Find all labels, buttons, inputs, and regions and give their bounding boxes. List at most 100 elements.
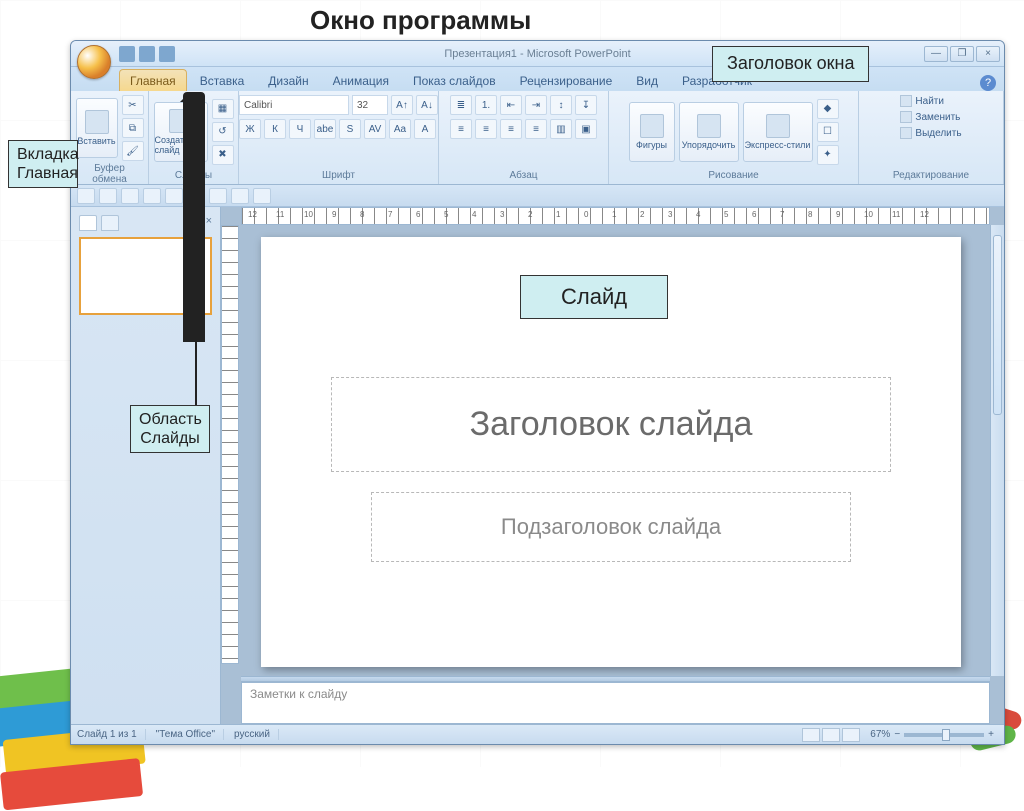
shape-fill-icon[interactable]: ◆ <box>817 99 839 119</box>
align-right-icon[interactable]: ≡ <box>500 119 522 139</box>
find-button[interactable]: Найти <box>900 95 944 107</box>
normal-view-icon[interactable] <box>802 728 820 742</box>
styles-label: Экспресс-стили <box>745 140 811 150</box>
status-language[interactable]: русский <box>234 729 279 740</box>
zoom-value: 67% <box>870 729 890 740</box>
tool-icon[interactable] <box>143 188 161 204</box>
arrange-button[interactable]: Упорядочить <box>679 102 739 162</box>
zoom-in-button[interactable]: + <box>988 729 994 740</box>
office-button[interactable] <box>77 45 111 79</box>
minimize-button[interactable]: — <box>924 46 948 62</box>
case-button[interactable]: Aa <box>389 119 411 139</box>
arrange-icon <box>697 114 721 138</box>
ribbon: Вставить ✂ ⧉ 🖌 Буфер обмена Создать слай… <box>71 91 1004 185</box>
reset-icon[interactable]: ↺ <box>212 122 234 142</box>
quick-styles-button[interactable]: Экспресс-стили <box>743 102 813 162</box>
shadow-button[interactable]: S <box>339 119 361 139</box>
align-left-icon[interactable]: ≡ <box>450 119 472 139</box>
styles-icon <box>766 114 790 138</box>
indent-dec-icon[interactable]: ⇤ <box>500 95 522 115</box>
replace-icon <box>900 111 912 123</box>
shapes-button[interactable]: Фигуры <box>629 102 675 162</box>
status-slide-count: Слайд 1 из 1 <box>77 729 146 740</box>
vertical-scrollbar[interactable] <box>990 225 1004 676</box>
bold-button[interactable]: Ж <box>239 119 261 139</box>
outline-tab[interactable] <box>101 215 119 231</box>
align-center-icon[interactable]: ≡ <box>475 119 497 139</box>
shrink-font-icon[interactable]: A↓ <box>416 95 438 115</box>
tab-animation[interactable]: Анимация <box>322 69 400 91</box>
notes-pane[interactable]: Заметки к слайду <box>241 682 990 724</box>
zoom-slider[interactable] <box>904 733 984 737</box>
title-placeholder[interactable]: Заголовок слайда <box>331 377 891 472</box>
tab-insert[interactable]: Вставка <box>189 69 256 91</box>
shape-outline-icon[interactable]: ☐ <box>817 122 839 142</box>
shape-effects-icon[interactable]: ✦ <box>817 145 839 165</box>
lesson-title: Окно программы <box>310 5 531 36</box>
help-icon[interactable]: ? <box>980 75 996 91</box>
quick-access-toolbar <box>119 46 175 62</box>
search-icon <box>900 95 912 107</box>
tool-icon[interactable] <box>121 188 139 204</box>
redo-icon[interactable] <box>159 46 175 62</box>
text-direction-icon[interactable]: ↧ <box>575 95 597 115</box>
tab-review[interactable]: Рецензирование <box>509 69 624 91</box>
replace-button[interactable]: Заменить <box>900 111 960 123</box>
italic-button[interactable]: К <box>264 119 286 139</box>
tool-icon[interactable] <box>253 188 271 204</box>
copy-icon[interactable]: ⧉ <box>122 118 144 138</box>
vertical-ruler[interactable] <box>221 225 239 664</box>
paste-button[interactable]: Вставить <box>76 98 118 158</box>
clipboard-icon <box>85 110 109 134</box>
layout-icon[interactable]: ▦ <box>212 99 234 119</box>
font-color-button[interactable]: A <box>414 119 436 139</box>
columns-icon[interactable]: ▥ <box>550 119 572 139</box>
group-label: Буфер обмена <box>77 161 142 188</box>
arrow-to-thumbs <box>195 230 197 405</box>
tab-view[interactable]: Вид <box>625 69 669 91</box>
zoom-out-button[interactable]: − <box>894 729 900 740</box>
save-icon[interactable] <box>119 46 135 62</box>
sorter-view-icon[interactable] <box>822 728 840 742</box>
annot-slide: Слайд <box>520 275 668 319</box>
zoom-slider-handle[interactable] <box>942 729 950 741</box>
subtitle-placeholder[interactable]: Подзаголовок слайда <box>371 492 851 562</box>
scrollbar-thumb[interactable] <box>993 235 1002 415</box>
numbering-icon[interactable]: 1. <box>475 95 497 115</box>
slideshow-view-icon[interactable] <box>842 728 860 742</box>
delete-icon[interactable]: ✖ <box>212 145 234 165</box>
strike-button[interactable]: abe <box>314 119 336 139</box>
group-paragraph: ≣ 1. ⇤ ⇥ ↕ ↧ ≡ ≡ ≡ ≡ ▥ ▣ Абзац <box>439 91 609 184</box>
font-family-combo[interactable]: Calibri <box>239 95 349 115</box>
select-button[interactable]: Выделить <box>900 127 961 139</box>
tab-slideshow[interactable]: Показ слайдов <box>402 69 507 91</box>
annot-slides-pane: Область Слайды <box>130 405 210 453</box>
maximize-button[interactable]: ❐ <box>950 46 974 62</box>
status-theme: "Тема Office" <box>156 729 224 740</box>
close-pane-icon[interactable]: × <box>206 215 212 231</box>
tab-home[interactable]: Главная <box>119 69 187 91</box>
undo-icon[interactable] <box>139 46 155 62</box>
tool-icon[interactable] <box>99 188 117 204</box>
group-font: Calibri 32 A↑ A↓ Ж К Ч abe S AV Aa A Шри… <box>239 91 439 184</box>
line-spacing-icon[interactable]: ↕ <box>550 95 572 115</box>
justify-icon[interactable]: ≡ <box>525 119 547 139</box>
tool-icon[interactable] <box>231 188 249 204</box>
convert-smartart-icon[interactable]: ▣ <box>575 119 597 139</box>
underline-button[interactable]: Ч <box>289 119 311 139</box>
format-painter-icon[interactable]: 🖌 <box>122 141 144 161</box>
tool-icon[interactable] <box>77 188 95 204</box>
spacing-button[interactable]: AV <box>364 119 386 139</box>
close-button[interactable]: × <box>976 46 1000 62</box>
horizontal-ruler[interactable]: 1211109876543210123456789101112 <box>241 207 990 225</box>
slides-tab[interactable] <box>79 215 97 231</box>
tool-icon[interactable] <box>209 188 227 204</box>
font-size-combo[interactable]: 32 <box>352 95 388 115</box>
bullets-icon[interactable]: ≣ <box>450 95 472 115</box>
tab-design[interactable]: Дизайн <box>257 69 319 91</box>
indent-inc-icon[interactable]: ⇥ <box>525 95 547 115</box>
grow-font-icon[interactable]: A↑ <box>391 95 413 115</box>
shapes-label: Фигуры <box>636 140 667 150</box>
cut-icon[interactable]: ✂ <box>122 95 144 115</box>
tool-icon[interactable] <box>165 188 183 204</box>
